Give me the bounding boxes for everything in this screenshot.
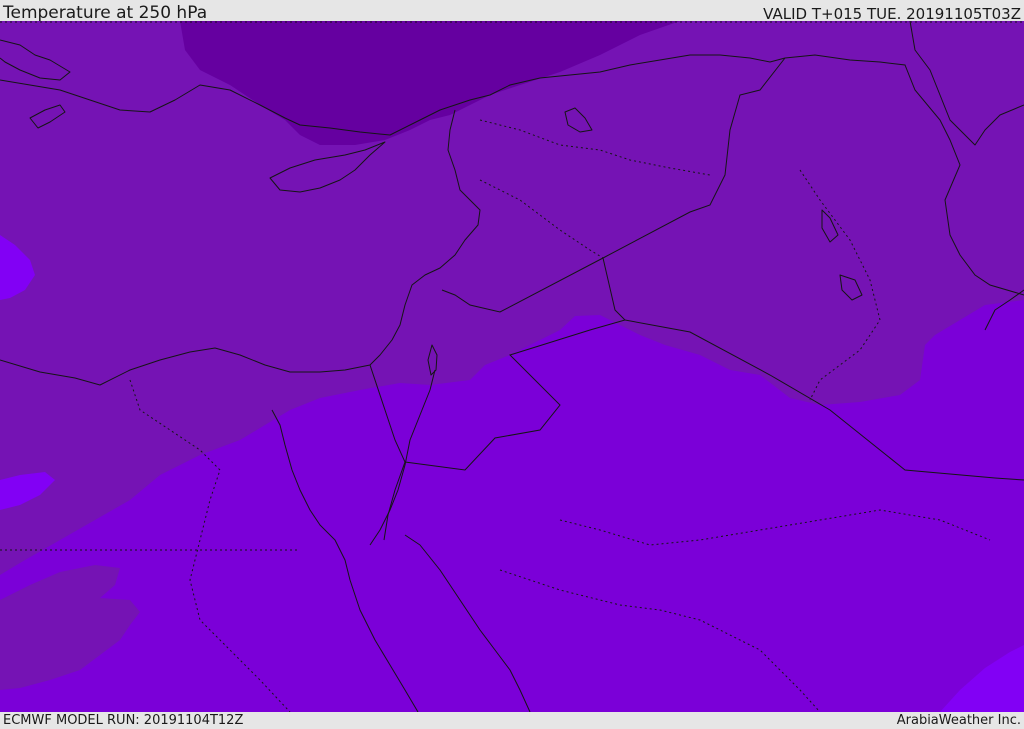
header-bar: Temperature at 250 hPa VALID T+015 TUE. … [0,0,1024,23]
weather-map[interactable] [0,21,1024,712]
map-title: Temperature at 250 hPa [3,3,208,23]
credit: ArabiaWeather Inc. [896,713,1021,728]
map-canvas [0,21,1024,712]
footer-bar: ECMWF MODEL RUN: 20191104T12Z ArabiaWeat… [0,712,1024,729]
model-run: ECMWF MODEL RUN: 20191104T12Z [3,713,244,728]
